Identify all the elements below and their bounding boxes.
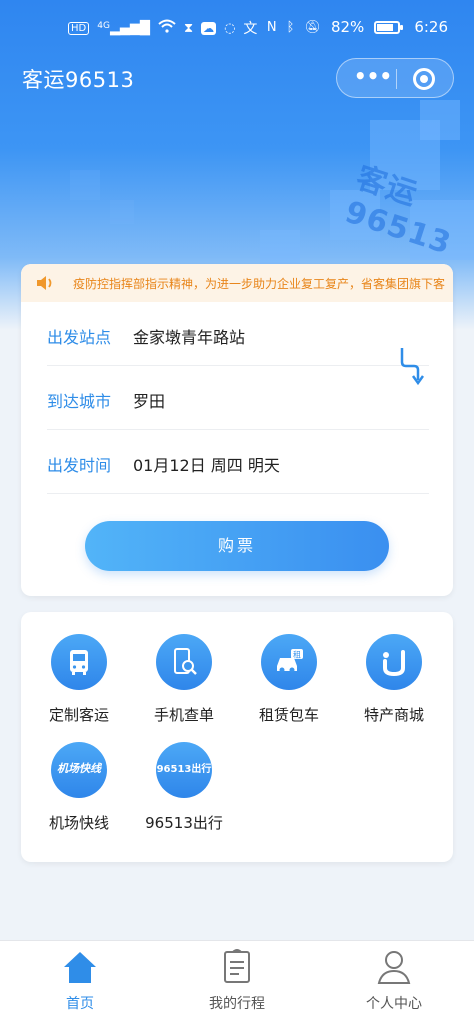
page-title: 客运96513: [22, 68, 135, 92]
car-rental-icon: 租: [261, 634, 317, 690]
arrival-city-row[interactable]: 到达城市 罗田: [47, 366, 429, 430]
battery-percent: 82%: [330, 18, 365, 36]
speaker-icon: [37, 276, 52, 290]
4g-signal-icon: 4G▂▄▆█: [97, 20, 150, 36]
phone-search-icon: [156, 634, 212, 690]
more-menu-button[interactable]: •••: [353, 66, 393, 92]
wifi-icon: [158, 19, 176, 37]
mute-icon: 🔕︎: [304, 19, 321, 35]
96513-logo-text: 96513出行: [156, 764, 212, 775]
service-car-rental[interactable]: 租 租赁包车: [243, 634, 335, 725]
itinerary-icon: [224, 949, 250, 983]
tab-my-trips[interactable]: 我的行程: [177, 947, 297, 1013]
hourglass-icon: ⧗: [183, 20, 194, 36]
notice-bar[interactable]: 疫防控指挥部指示精神，为进一步助力企业复工复产，省客集团旗下客: [21, 264, 453, 302]
brand-watermark: 客运96513: [340, 160, 456, 262]
service-label: 租赁包车: [258, 706, 319, 724]
service-label: 机场快线: [48, 814, 109, 832]
ticket-booking-card: 疫防控指挥部指示精神，为进一步助力企业复工复产，省客集团旗下客 出发站点 金家墩…: [21, 264, 453, 596]
departure-station-label: 出发站点: [47, 328, 112, 347]
capsule-divider: [396, 69, 397, 89]
network-type: 4G: [97, 20, 110, 31]
departure-station-value[interactable]: 金家墩青年路站: [133, 324, 245, 348]
tab-label: 首页: [66, 996, 94, 1012]
tab-profile[interactable]: 个人中心: [334, 947, 454, 1013]
buy-ticket-button[interactable]: 购票: [85, 521, 389, 571]
chat-icon: ◌: [224, 20, 236, 36]
home-icon: [64, 952, 96, 983]
service-specialty-mall[interactable]: 特产商城: [348, 634, 440, 725]
nfc-icon: N: [266, 19, 277, 35]
services-grid: 定制客运 手机查单 租 租赁包车 特产商城 机场快线 机场快线 96513出行 …: [21, 612, 453, 862]
departure-time-value[interactable]: 01月12日 周四 明天: [133, 452, 280, 476]
bluetooth-icon: ᛒ: [286, 19, 295, 35]
user-icon: [377, 951, 411, 984]
96513-logo: 96513出行: [156, 742, 212, 798]
clock: 6:26: [414, 18, 448, 36]
bottom-tab-bar: 首页 我的行程 个人中心: [0, 940, 474, 1013]
hd-icon: HD: [68, 21, 90, 35]
service-label: 定制客运: [48, 706, 109, 724]
tab-label: 我的行程: [209, 996, 265, 1012]
battery-icon: [374, 20, 404, 34]
service-label: 96513出行: [145, 814, 223, 832]
service-airport-express[interactable]: 机场快线 机场快线: [33, 742, 125, 833]
departure-time-label: 出发时间: [47, 456, 112, 475]
notice-text: 疫防控指挥部指示精神，为进一步助力企业复工复产，省客集团旗下客: [73, 277, 446, 291]
service-label: 手机查单: [153, 706, 214, 724]
airport-express-logo: 机场快线: [51, 742, 107, 798]
status-bar: HD 4G▂▄▆█ ⧗ ☁ ◌ 文 N ᛒ 🔕︎ 82% 6:26: [0, 0, 474, 56]
service-96513-travel[interactable]: 96513出行 96513出行: [138, 742, 230, 833]
service-custom-transit[interactable]: 定制客运: [33, 634, 125, 725]
title-bar: 客运96513 •••: [0, 56, 474, 100]
swap-route-icon[interactable]: [396, 346, 424, 386]
close-miniprogram-icon[interactable]: [413, 68, 435, 90]
translate-icon: 文: [243, 21, 258, 37]
miniprogram-capsule: •••: [336, 58, 454, 98]
service-label: 特产商城: [363, 706, 424, 724]
arrival-city-value[interactable]: 罗田: [133, 388, 165, 412]
bus-icon: [51, 634, 107, 690]
airport-express-logo-text: 机场快线: [57, 762, 101, 775]
service-phone-order-lookup[interactable]: 手机查单: [138, 634, 230, 725]
battery-level: [377, 23, 394, 31]
departure-time-row[interactable]: 出发时间 01月12日 周四 明天: [47, 430, 429, 494]
arrival-city-label: 到达城市: [47, 392, 112, 411]
tab-label: 个人中心: [366, 996, 422, 1012]
cloud-icon: ☁: [201, 21, 217, 35]
rental-badge: 租: [293, 651, 301, 660]
mall-icon: [366, 634, 422, 690]
departure-station-row[interactable]: 出发站点 金家墩青年路站: [47, 302, 429, 366]
tab-home[interactable]: 首页: [20, 947, 140, 1013]
